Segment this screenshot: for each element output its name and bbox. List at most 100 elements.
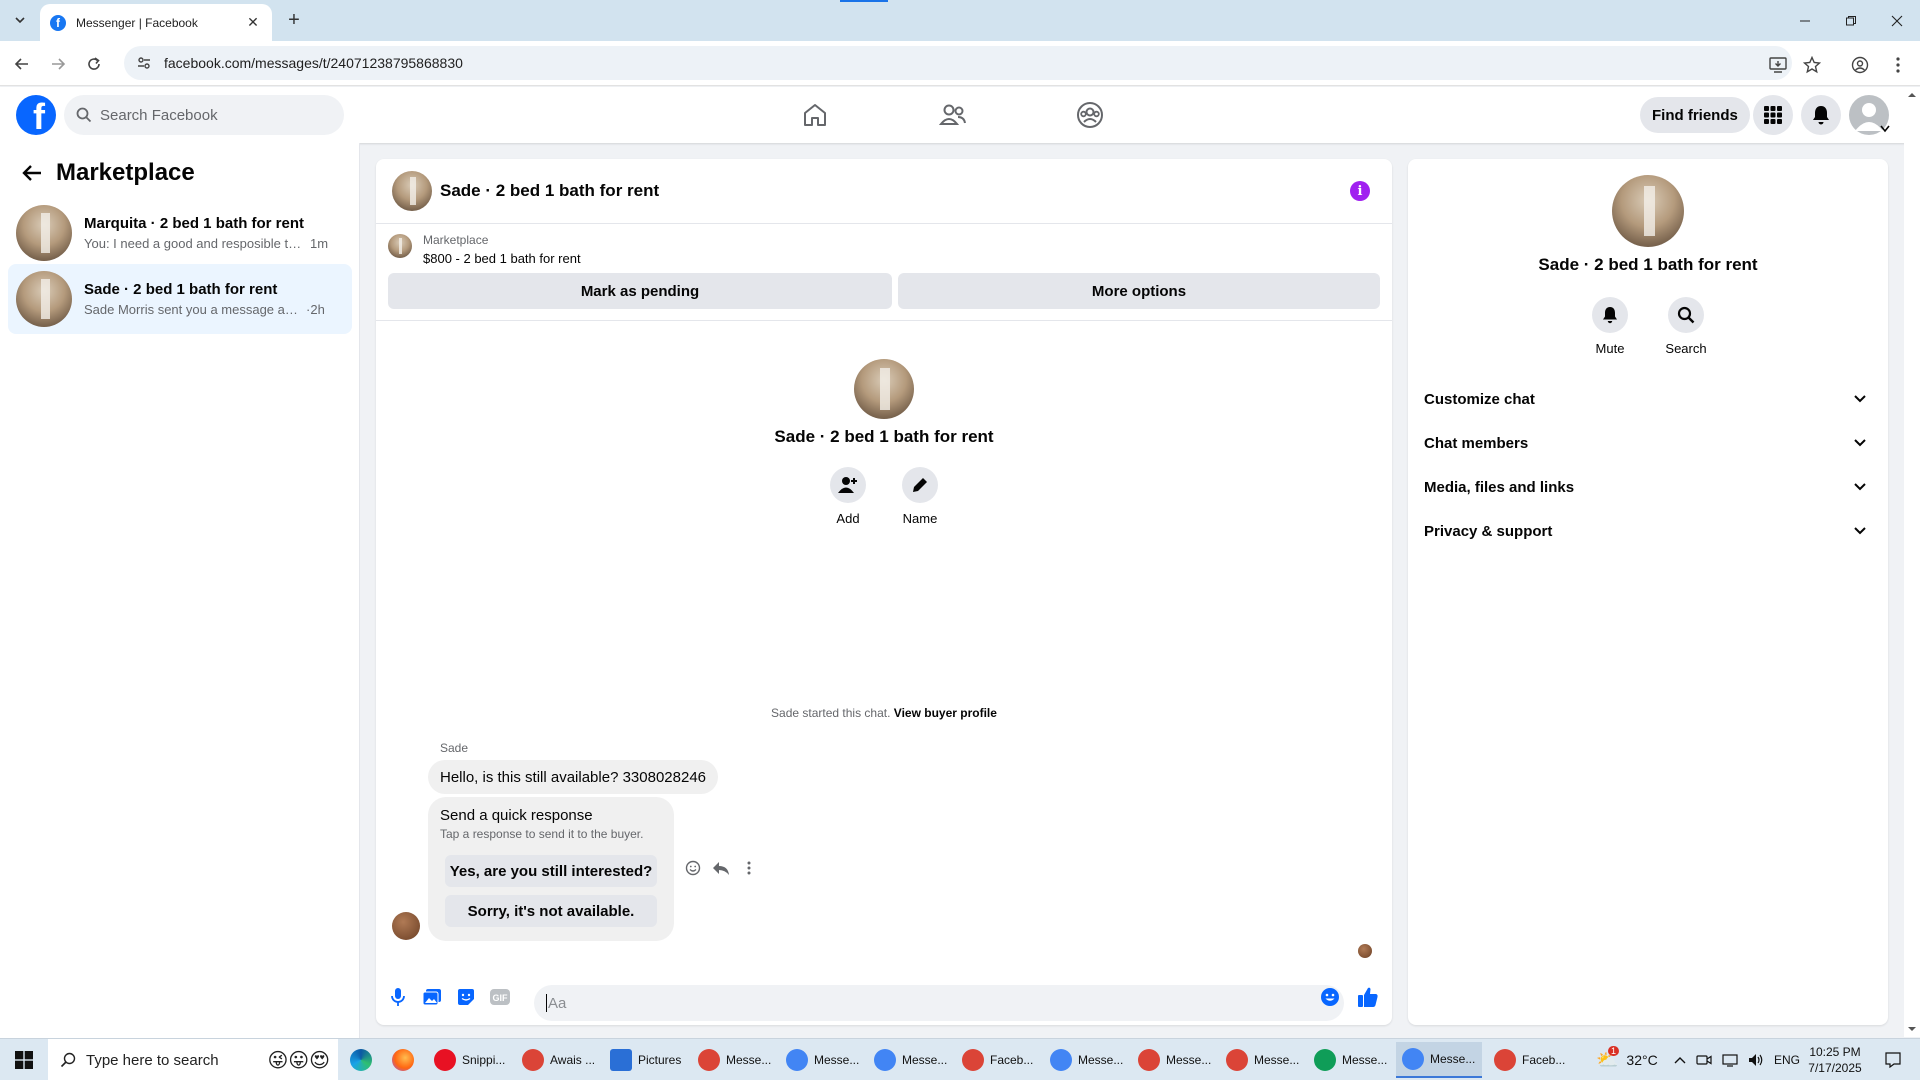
taskbar-app-messenger-5[interactable]: Messe...: [1132, 1042, 1214, 1078]
close-window-button[interactable]: [1874, 0, 1920, 41]
taskbar-app-pictures[interactable]: Pictures: [604, 1042, 686, 1078]
conversation-item-marquita[interactable]: Marquita · 2 bed 1 bath for rent You: I …: [8, 198, 352, 268]
reload-button[interactable]: [80, 50, 108, 78]
conversation-time: 2h: [310, 302, 325, 317]
network-icon[interactable]: [1722, 1053, 1738, 1067]
listing-thumbnail[interactable]: [388, 234, 412, 258]
taskbar-app-label: Messe...: [1430, 1052, 1476, 1066]
gif-icon[interactable]: GIF: [488, 985, 512, 1009]
nav-groups[interactable]: [1070, 95, 1110, 135]
volume-icon[interactable]: [1748, 1053, 1764, 1067]
conversation-info-icon[interactable]: i: [1350, 181, 1370, 201]
chat-title[interactable]: Sade · 2 bed 1 bath for rent: [440, 181, 659, 201]
weather-widget[interactable]: ⛅ 1 32°C: [1596, 1039, 1658, 1080]
taskbar-app-awais[interactable]: Awais ...: [516, 1042, 598, 1078]
new-tab-button[interactable]: +: [282, 8, 306, 32]
mute-button[interactable]: Mute: [1590, 297, 1630, 356]
taskbar-app-messenger-6[interactable]: Messe...: [1220, 1042, 1302, 1078]
restore-button[interactable]: [1828, 0, 1874, 41]
chrome-icon: [1402, 1048, 1424, 1070]
listing-price[interactable]: $800 - 2 bed 1 bath for rent: [423, 251, 581, 266]
privacy-support-section[interactable]: Privacy & support: [1424, 511, 1872, 551]
browser-menu-icon[interactable]: [1888, 55, 1908, 75]
taskbar-edge[interactable]: [344, 1042, 374, 1078]
view-buyer-profile-link[interactable]: View buyer profile: [894, 706, 997, 720]
media-files-links-section[interactable]: Media, files and links: [1424, 467, 1872, 507]
quick-reply-yes-button[interactable]: Yes, are you still interested?: [445, 855, 657, 887]
chat-members-section[interactable]: Chat members: [1424, 423, 1872, 463]
taskbar-app-messenger-1[interactable]: Messe...: [692, 1042, 774, 1078]
svg-text:GIF: GIF: [493, 993, 509, 1003]
mark-as-pending-button[interactable]: Mark as pending: [388, 273, 892, 309]
microphone-icon[interactable]: [386, 985, 410, 1009]
conversation-item-sade[interactable]: Sade · 2 bed 1 bath for rent Sade Morris…: [8, 264, 352, 334]
chat-header-avatar[interactable]: [392, 171, 432, 211]
taskbar-app-facebook-2[interactable]: Faceb...: [1488, 1042, 1570, 1078]
emoji-icon[interactable]: [1318, 985, 1342, 1009]
sticker-icon[interactable]: [454, 985, 478, 1009]
details-avatar[interactable]: [1612, 175, 1684, 247]
taskbar-firefox[interactable]: [386, 1042, 416, 1078]
facebook-search-input[interactable]: Search Facebook: [64, 95, 344, 135]
taskbar-app-label: Pictures: [638, 1053, 682, 1067]
more-options-icon[interactable]: [740, 859, 758, 877]
taskbar-app-messenger-3[interactable]: Messe...: [868, 1042, 950, 1078]
start-button[interactable]: [0, 1039, 48, 1080]
photo-icon[interactable]: [420, 985, 444, 1009]
facebook-logo[interactable]: f: [16, 95, 56, 135]
sender-avatar[interactable]: [392, 912, 420, 940]
message-input[interactable]: Aa: [534, 985, 1344, 1021]
tab-search-button[interactable]: [8, 8, 32, 32]
profile-icon[interactable]: [1850, 55, 1870, 75]
taskbar-app-messenger-4[interactable]: Messe...: [1044, 1042, 1126, 1078]
back-arrow-button[interactable]: [16, 157, 48, 189]
reload-icon: [88, 57, 100, 70]
edit-name-button[interactable]: Name: [900, 467, 940, 526]
taskbar-search-box[interactable]: Type here to search 😜😛😍: [48, 1039, 338, 1080]
message-sender-name: Sade: [440, 741, 469, 755]
back-button[interactable]: [8, 50, 36, 78]
chat-started-notice: Sade started this chat. View buyer profi…: [376, 706, 1392, 720]
notification-center-button[interactable]: [1878, 1039, 1908, 1080]
meet-now-icon[interactable]: [1696, 1053, 1712, 1067]
browser-tab-active[interactable]: f Messenger | Facebook ✕: [40, 4, 272, 41]
reply-icon[interactable]: [712, 859, 730, 877]
menu-button[interactable]: [1753, 95, 1793, 135]
address-bar[interactable]: facebook.com/messages/t/2407123879586883…: [124, 46, 1792, 80]
taskbar-app-snipping[interactable]: Snippi...: [428, 1042, 510, 1078]
taskbar-app-messenger-7[interactable]: Messe...: [1308, 1042, 1390, 1078]
taskbar-app-facebook-1[interactable]: Faceb...: [956, 1042, 1038, 1078]
minimize-button[interactable]: [1782, 0, 1828, 41]
minimize-icon: [1800, 20, 1810, 21]
nav-friends[interactable]: [933, 95, 973, 135]
incoming-message-bubble[interactable]: Hello, is this still available? 33080282…: [428, 760, 719, 794]
taskbar-app-messenger-2[interactable]: Messe...: [780, 1042, 862, 1078]
taskbar-search-placeholder: Type here to search: [86, 1051, 219, 1069]
show-hidden-icons-icon[interactable]: [1674, 1056, 1686, 1064]
site-info-icon[interactable]: [136, 55, 152, 71]
customize-chat-section[interactable]: Customize chat: [1424, 379, 1872, 419]
react-smiley-icon[interactable]: [684, 859, 702, 877]
page-scrollbar[interactable]: [1904, 87, 1920, 1037]
forward-button[interactable]: [44, 50, 72, 78]
nav-home[interactable]: [795, 95, 835, 135]
tab-close-icon[interactable]: ✕: [244, 14, 262, 32]
quick-reply-sorry-button[interactable]: Sorry, it's not available.: [445, 895, 657, 927]
thumbs-up-icon[interactable]: [1356, 985, 1380, 1009]
language-indicator[interactable]: ENG: [1774, 1053, 1800, 1067]
install-app-icon[interactable]: [1768, 55, 1788, 75]
conversation-avatar: [16, 271, 72, 327]
add-people-button[interactable]: Add: [828, 467, 868, 526]
bookmark-star-icon[interactable]: [1802, 55, 1822, 75]
edge-icon: [350, 1049, 372, 1071]
taskbar-app-messenger-active[interactable]: Messe...: [1396, 1042, 1482, 1078]
find-friends-button[interactable]: Find friends: [1640, 97, 1750, 133]
notifications-button[interactable]: [1801, 95, 1841, 135]
more-options-button[interactable]: More options: [898, 273, 1380, 309]
search-conversation-button[interactable]: Search: [1665, 297, 1707, 356]
chevron-down-icon: [1854, 439, 1866, 447]
url-text[interactable]: facebook.com/messages/t/2407123879586883…: [164, 55, 463, 71]
clock[interactable]: 10:25 PM 7/17/2025: [1800, 1039, 1870, 1080]
message-actions: [684, 859, 758, 877]
chat-intro: Sade · 2 bed 1 bath for rent Add Name: [376, 359, 1392, 526]
